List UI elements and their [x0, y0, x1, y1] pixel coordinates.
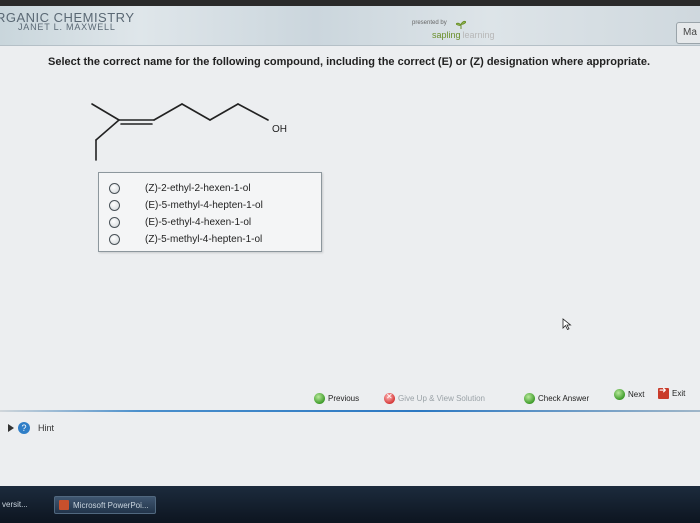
hint-label: Hint — [38, 423, 55, 433]
option-label: (E)-5-methyl-4-hepten-1-ol — [145, 200, 263, 211]
option-1[interactable]: (Z)-2-ethyl-2-hexen-1-ol — [109, 181, 319, 197]
brand-primary: sapling — [432, 30, 461, 40]
exit-icon — [658, 386, 669, 399]
answer-options-box: (Z)-2-ethyl-2-hexen-1-ol (E)-5-methyl-4-… — [98, 172, 322, 252]
option-3[interactable]: (E)-5-ethyl-4-hexen-1-ol — [109, 215, 319, 231]
option-label: (Z)-5-methyl-4-hepten-1-ol — [145, 234, 263, 245]
windows-taskbar: versit... Microsoft PowerPoi... — [0, 486, 700, 523]
previous-icon — [314, 393, 325, 404]
option-label: (Z)-2-ethyl-2-hexen-1-ol — [145, 183, 251, 194]
hydroxyl-label: OH — [272, 124, 287, 135]
expand-arrow-icon — [8, 424, 14, 432]
presented-by-text: presented by — [412, 20, 447, 26]
radio-button[interactable] — [109, 183, 120, 194]
skeletal-structure: OH — [91, 103, 287, 161]
radio-button[interactable] — [109, 217, 120, 228]
option-label: (E)-5-ethyl-4-hexen-1-ol — [145, 217, 252, 228]
radio-button[interactable] — [109, 200, 120, 211]
give-up-label: Give Up & View Solution — [398, 394, 486, 403]
sapling-leaf-icon — [456, 20, 466, 29]
option-4[interactable]: (Z)-5-methyl-4-hepten-1-ol — [109, 232, 319, 248]
powerpoint-icon — [59, 500, 69, 510]
option-2[interactable]: (E)-5-methyl-4-hepten-1-ol — [109, 198, 319, 214]
taskbar-item-powerpoint[interactable]: Microsoft PowerPoi... — [54, 496, 156, 514]
previous-label: Previous — [328, 394, 360, 403]
give-up-icon — [384, 392, 395, 404]
question-nav-bar: Previous Give Up & View Solution Check A… — [300, 386, 700, 410]
exit-label: Exit — [672, 389, 686, 398]
radio-button[interactable] — [109, 234, 120, 245]
course-author: JANET L. MAXWELL — [18, 22, 116, 32]
browser-screen: RGANIC CHEMISTRY JANET L. MAXWELL presen… — [0, 6, 700, 486]
help-icon: ? — [18, 422, 30, 434]
check-answer-icon — [524, 393, 535, 404]
check-answer-label: Check Answer — [538, 394, 590, 403]
taskbar-item-browser[interactable]: versit... — [2, 500, 28, 518]
brand-secondary: learning — [462, 30, 495, 40]
next-label: Next — [628, 390, 645, 399]
question-prompt: Select the correct name for the followin… — [48, 56, 651, 68]
footer-divider — [0, 410, 700, 412]
mouse-cursor-icon — [562, 318, 572, 330]
next-icon — [614, 389, 625, 400]
corner-menu-button[interactable]: Ma — [676, 22, 700, 44]
sapling-logo: sapling learning — [432, 30, 495, 40]
header-banner: RGANIC CHEMISTRY JANET L. MAXWELL presen… — [0, 6, 700, 46]
taskbar-item-label: Microsoft PowerPoi... — [73, 501, 149, 510]
